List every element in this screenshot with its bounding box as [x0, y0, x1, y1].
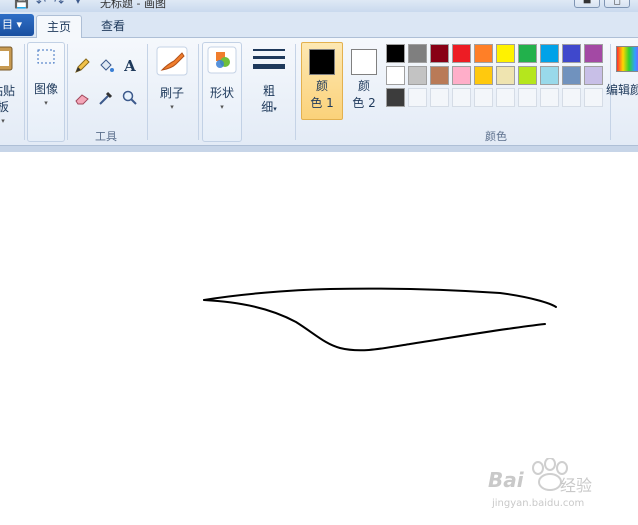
clipboard-label: 粘贴板 — [0, 84, 15, 114]
undo-icon[interactable]: ↶ — [36, 0, 48, 8]
group-separator — [24, 44, 25, 140]
baidu-watermark: Bai 经验 jingyan.baidu.com — [488, 458, 608, 516]
title-bar: 💾 ↶ ↷ ▾ 无标题 - 画图 ▬ ◻ — [0, 0, 638, 12]
watermark-url: jingyan.baidu.com — [492, 498, 585, 509]
palette-color-swatch[interactable] — [408, 44, 427, 63]
palette-color-swatch[interactable] — [540, 44, 559, 63]
palette-custom-slot[interactable] — [518, 88, 537, 107]
color2-label-line1: 颜 — [357, 79, 370, 93]
palette-custom-slot[interactable] — [408, 88, 427, 107]
palette-color-swatch[interactable] — [474, 44, 493, 63]
palette-color-swatch[interactable] — [518, 66, 537, 85]
palette-custom-slot[interactable] — [540, 88, 559, 107]
brushes-label: 刷子 — [159, 86, 184, 100]
palette-color-swatch[interactable] — [474, 66, 493, 85]
chevron-down-icon: ▾ — [170, 103, 174, 111]
window-title: 无标题 - 画图 — [100, 0, 166, 10]
palette-color-swatch[interactable] — [496, 66, 515, 85]
qat-dropdown-icon[interactable]: ▾ — [76, 0, 88, 8]
clipboard-icon — [0, 46, 13, 71]
size-button[interactable]: 粗 细▾ — [250, 46, 288, 117]
eraser-icon[interactable] — [72, 88, 92, 108]
palette-custom-slot[interactable] — [430, 88, 449, 107]
palette-color-swatch[interactable] — [496, 44, 515, 63]
minimize-button[interactable]: ▬ — [574, 0, 600, 8]
size-label-line2: 细▾ — [261, 100, 277, 114]
ribbon-tabs: 目 ▾ 主页 查看 — [0, 12, 638, 39]
palette-color-swatch[interactable] — [430, 66, 449, 85]
palette-color-swatch[interactable] — [562, 66, 581, 85]
magnifier-icon[interactable] — [120, 88, 140, 108]
shapes-button[interactable]: 形状 ▾ — [204, 46, 240, 111]
color1-swatch — [309, 49, 335, 75]
brushes-button[interactable]: 刷子 ▾ — [154, 46, 190, 111]
pencil-icon[interactable] — [72, 56, 92, 76]
color2-button[interactable]: 颜 色 2 — [346, 43, 382, 119]
select-icon — [37, 49, 55, 64]
brush-icon — [156, 46, 188, 76]
paste-button[interactable]: 粘贴板 ▾ — [0, 44, 20, 125]
palette-color-swatch[interactable] — [430, 44, 449, 63]
color-picker-icon[interactable] — [96, 88, 116, 108]
size-label-line1: 粗 — [262, 84, 275, 98]
group-separator — [67, 44, 68, 140]
maximize-button[interactable]: ◻ — [604, 0, 630, 8]
palette-color-swatch[interactable] — [562, 44, 581, 63]
chevron-down-icon: ▾ — [220, 103, 224, 111]
palette-color-swatch[interactable] — [518, 44, 537, 63]
group-separator — [198, 44, 199, 140]
palette-custom-slot[interactable] — [562, 88, 581, 107]
palette-color-swatch[interactable] — [452, 66, 471, 85]
palette-color-swatch[interactable] — [386, 88, 405, 107]
color2-label-line2: 色 2 — [352, 96, 376, 110]
color2-swatch — [351, 49, 377, 75]
color1-button[interactable]: 颜 色 1 — [301, 42, 343, 120]
group-separator — [295, 44, 296, 140]
tools-group-label: 工具 — [95, 130, 117, 143]
tab-home[interactable]: 主页 — [36, 15, 82, 39]
line-width-icon — [253, 49, 285, 69]
palette-custom-slot[interactable] — [496, 88, 515, 107]
palette-color-swatch[interactable] — [386, 66, 405, 85]
color-palette — [386, 44, 606, 110]
palette-color-swatch[interactable] — [584, 44, 603, 63]
shapes-label: 形状 — [209, 86, 234, 100]
watermark-brand2: 经验 — [560, 476, 593, 495]
shapes-icon — [207, 46, 237, 74]
image-label: 图像 — [33, 82, 58, 96]
group-separator — [147, 44, 148, 140]
palette-custom-slot[interactable] — [452, 88, 471, 107]
chevron-down-icon: ▾ — [1, 117, 5, 125]
fill-bucket-icon[interactable] — [96, 56, 116, 76]
text-tool-icon[interactable]: A — [120, 56, 140, 76]
palette-color-swatch[interactable] — [584, 66, 603, 85]
palette-color-swatch[interactable] — [540, 66, 559, 85]
chevron-down-icon: ▾ — [44, 99, 48, 107]
palette-color-swatch[interactable] — [408, 66, 427, 85]
redo-icon[interactable]: ↷ — [54, 0, 66, 8]
color1-label-line1: 颜 — [315, 79, 328, 93]
palette-color-swatch[interactable] — [386, 44, 405, 63]
edit-colors-button[interactable]: 编辑颜 — [606, 46, 638, 98]
colors-group-label: 颜色 — [485, 130, 507, 143]
color1-label-line2: 色 1 — [310, 96, 334, 110]
palette-color-swatch[interactable] — [452, 44, 471, 63]
rainbow-palette-icon — [616, 46, 638, 72]
watermark-brand: Bai — [488, 468, 524, 492]
palette-custom-slot[interactable] — [584, 88, 603, 107]
palette-custom-slot[interactable] — [474, 88, 493, 107]
app-menu-button[interactable]: 目 ▾ — [0, 14, 34, 36]
tab-view[interactable]: 查看 — [90, 15, 136, 39]
image-button[interactable]: 图像 ▾ — [28, 46, 64, 107]
edit-colors-label: 编辑颜 — [606, 83, 638, 97]
save-icon[interactable]: 💾 — [14, 0, 29, 8]
